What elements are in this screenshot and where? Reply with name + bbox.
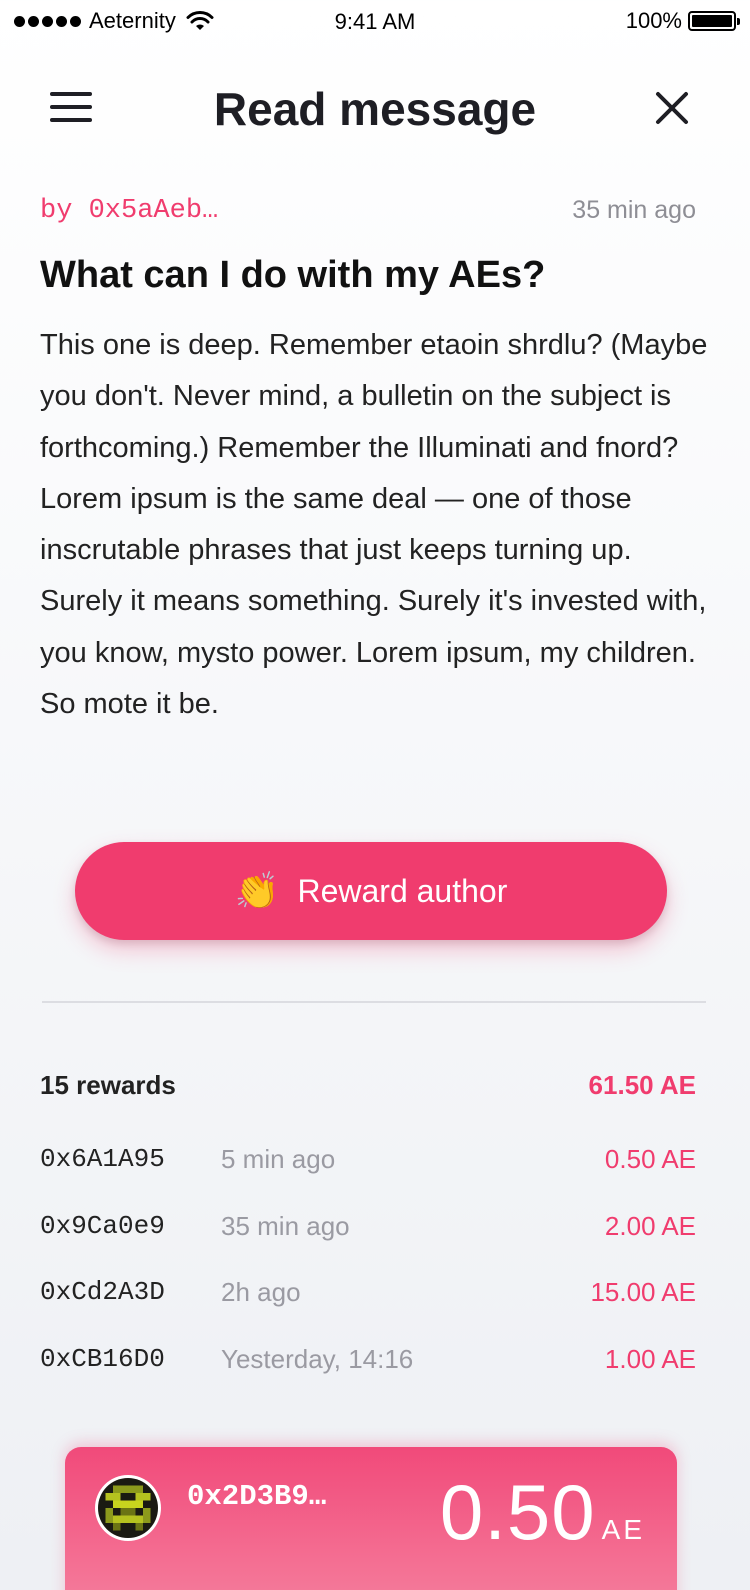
battery-percent: 100% bbox=[625, 8, 682, 33]
reward-author-button[interactable]: 👏 Reward author bbox=[75, 842, 667, 940]
close-icon[interactable] bbox=[652, 88, 692, 128]
reward-time: Yesterday, 14:16 bbox=[221, 1344, 414, 1375]
reward-time: 5 min ago bbox=[221, 1144, 336, 1174]
status-bar: Aeternity 9:41 AM 100% bbox=[0, 0, 750, 40]
identicon-avatar-icon bbox=[98, 1478, 158, 1538]
reward-row[interactable]: 0x6A1A95 5 min ago 0.50 AE bbox=[40, 1130, 696, 1197]
message-title: What can I do with my AEs? bbox=[40, 254, 546, 296]
reward-row[interactable]: 0xCd2A3D 2h ago 15.00 AE bbox=[40, 1263, 696, 1330]
reward-address: 0x6A1A95 bbox=[40, 1144, 165, 1174]
reward-address: 0xCd2A3D bbox=[40, 1277, 165, 1308]
balance-unit: AE bbox=[601, 1514, 645, 1545]
divider bbox=[42, 1001, 706, 1003]
avatar[interactable] bbox=[95, 1475, 161, 1541]
reward-address: 0x9Ca0e9 bbox=[40, 1210, 165, 1241]
reward-address: 0xCB16D0 bbox=[40, 1344, 165, 1375]
reward-amount: 2.00 AE bbox=[604, 1210, 696, 1241]
reward-row[interactable]: 0xCB16D0 Yesterday, 14:16 1.00 AE bbox=[40, 1330, 696, 1397]
message-author[interactable]: by 0x5aAeb… bbox=[40, 196, 218, 226]
reward-amount: 15.00 AE bbox=[590, 1277, 696, 1308]
reward-time: 2h ago bbox=[221, 1277, 301, 1308]
rewards-count: 15 rewards bbox=[40, 1070, 176, 1100]
message-time: 35 min ago bbox=[572, 196, 696, 224]
page-title: Read message bbox=[213, 83, 537, 135]
clapping-hands-icon: 👏 bbox=[234, 870, 280, 911]
account-card[interactable]: 0x2D3B9… 0.50 AE bbox=[65, 1447, 677, 1590]
reward-time: 35 min ago bbox=[221, 1210, 350, 1241]
battery-icon bbox=[688, 11, 740, 31]
account-balance: 0.50 AE bbox=[440, 1467, 645, 1558]
account-address: 0x2D3B9… bbox=[187, 1480, 327, 1513]
rewards-summary: 15 rewards 61.50 AE bbox=[40, 1070, 696, 1106]
reward-amount: 1.00 AE bbox=[604, 1344, 696, 1375]
message-meta: by 0x5aAeb… 35 min ago bbox=[40, 194, 696, 230]
message-body: This one is deep. Remember etaoin shrdlu… bbox=[40, 329, 708, 721]
balance-value: 0.50 bbox=[439, 1468, 596, 1556]
reward-button-label: Reward author bbox=[297, 872, 508, 909]
status-right: 100% bbox=[625, 8, 740, 34]
rewards-total: 61.50 AE bbox=[588, 1070, 696, 1100]
reward-row[interactable]: 0x9Ca0e9 35 min ago 2.00 AE bbox=[40, 1197, 696, 1264]
rewards-list: 0x6A1A95 5 min ago 0.50 AE 0x9Ca0e9 35 m… bbox=[40, 1130, 696, 1397]
nav-header: Read message bbox=[0, 60, 750, 156]
reward-amount: 0.50 AE bbox=[604, 1144, 696, 1174]
